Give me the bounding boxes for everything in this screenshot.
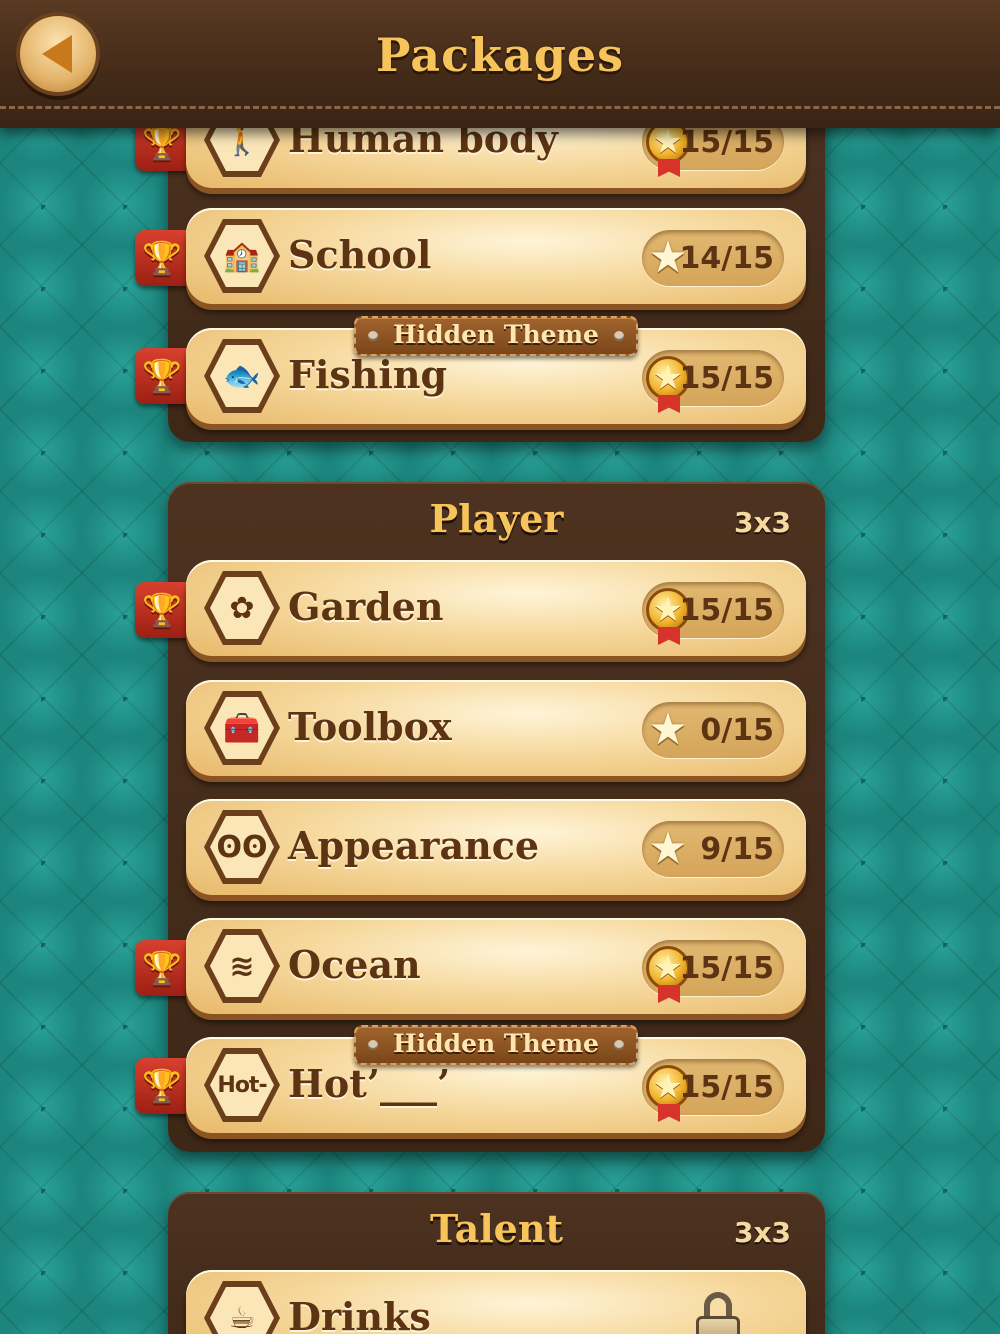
package-label: Appearance — [288, 823, 540, 868]
star-progress: ★ 0/15 — [642, 702, 784, 758]
package-label: Hot’___’ — [288, 1061, 451, 1106]
trophy-icon: 🏆 — [135, 230, 189, 286]
trophy-icon: 🏆 — [135, 582, 189, 638]
package-label: Fishing — [288, 352, 448, 397]
hidden-theme-tag: Hidden Theme — [354, 316, 638, 356]
star-icon: ★ — [648, 704, 688, 755]
cup-heart-icon: ☕ — [204, 1281, 280, 1334]
package-row-ocean[interactable]: ≋ Ocean ★ 15/15 — [186, 918, 806, 1014]
lock-icon — [696, 1292, 740, 1334]
star-progress: ★ 15/15 — [642, 940, 784, 1003]
trophy-icon: 🏆 — [135, 940, 189, 996]
group-title: Talent — [429, 1206, 564, 1251]
star-progress: ★ 15/15 — [642, 350, 784, 413]
package-row-school[interactable]: 🏫 School ★ 14/15 — [186, 208, 806, 304]
star-progress: ★ 15/15 — [642, 582, 784, 645]
package-label: School — [288, 232, 432, 277]
trophy-icon: 🏆 — [135, 1058, 189, 1114]
package-label: Toolbox — [288, 704, 452, 749]
school-icon: 🏫 — [204, 219, 280, 293]
page-title: Packages — [375, 28, 625, 82]
grid-size-label: 3x3 — [733, 506, 791, 539]
score-text: 9/15 — [700, 832, 774, 867]
trophy-icon: 🏆 — [135, 348, 189, 404]
score-text: 15/15 — [679, 1070, 774, 1105]
package-label: Ocean — [288, 942, 421, 987]
star-progress: ★ 9/15 — [642, 821, 784, 877]
hot-text-icon: Hot- — [204, 1048, 280, 1122]
group-title: Player — [429, 496, 564, 541]
glasses-mustache-icon: ʘʘ — [204, 810, 280, 884]
score-text: 14/15 — [679, 241, 774, 276]
flower-icon: ✿ — [204, 571, 280, 645]
package-label: Garden — [288, 584, 444, 629]
icon-text: Hot- — [210, 1054, 274, 1116]
star-progress: ★ 14/15 — [642, 230, 784, 286]
score-text: 15/15 — [679, 361, 774, 396]
score-text: 15/15 — [679, 125, 774, 160]
grid-size-label: 3x3 — [733, 1216, 791, 1249]
header-stitch-divider — [0, 106, 1000, 109]
package-row-garden[interactable]: ✿ Garden ★ 15/15 — [186, 560, 806, 656]
package-label: Drinks — [288, 1294, 431, 1334]
package-row-appearance[interactable]: ʘʘ Appearance ★ 9/15 — [186, 799, 806, 895]
score-text: 0/15 — [700, 713, 774, 748]
package-row-drinks[interactable]: ☕ Drinks — [186, 1270, 806, 1334]
score-text: 15/15 — [679, 951, 774, 986]
score-text: 15/15 — [679, 593, 774, 628]
star-progress: ★ 15/15 — [642, 1059, 784, 1122]
top-bar: Packages — [0, 0, 1000, 128]
hidden-theme-tag: Hidden Theme — [354, 1025, 638, 1065]
toolbox-icon: 🧰 — [204, 691, 280, 765]
whale-tail-icon: ≋ — [204, 929, 280, 1003]
fish-icon: 🐟 — [204, 339, 280, 413]
star-icon: ★ — [648, 823, 688, 874]
package-row-toolbox[interactable]: 🧰 Toolbox ★ 0/15 — [186, 680, 806, 776]
